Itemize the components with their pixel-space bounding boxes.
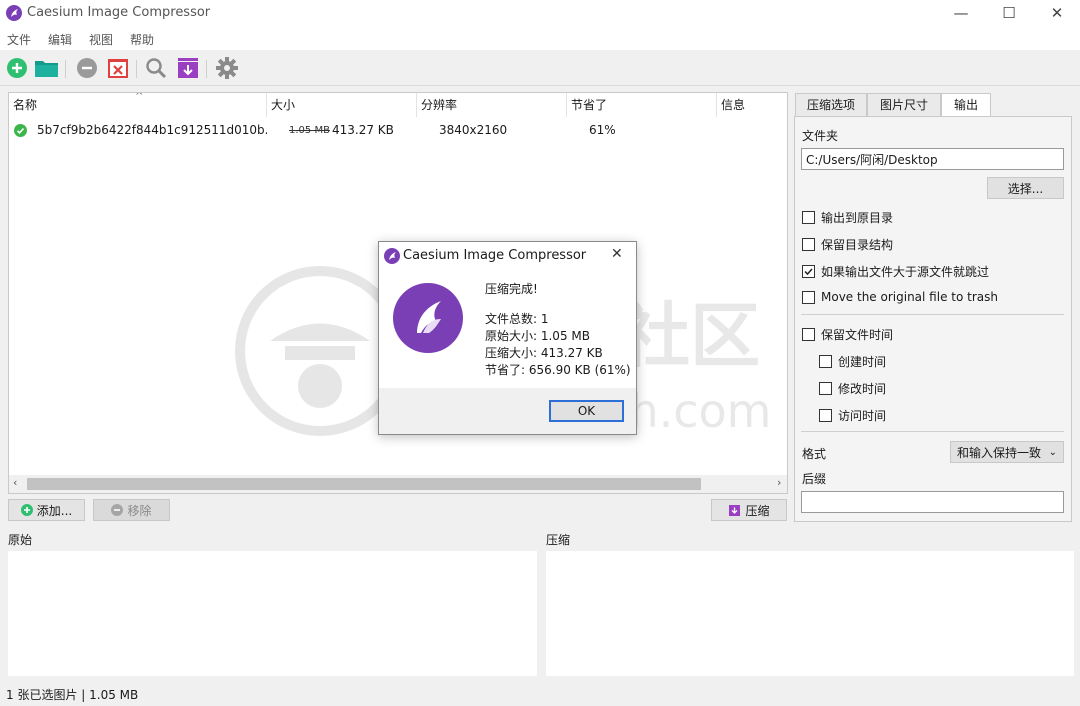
keep-structure-option[interactable]: 保留目录结构 bbox=[802, 236, 893, 253]
column-header-info[interactable]: 信息 bbox=[717, 93, 787, 117]
creation-date-option[interactable]: 创建时间 bbox=[819, 353, 886, 370]
sort-arrow-icon: ^ bbox=[135, 92, 144, 102]
toolbar-separator bbox=[206, 60, 207, 78]
skip-if-larger-option[interactable]: 如果输出文件大于源文件就跳过 bbox=[802, 263, 989, 280]
compress-button-label: 压缩 bbox=[745, 503, 770, 518]
keep-dates-label: 保留文件时间 bbox=[821, 328, 894, 342]
scroll-left-icon[interactable]: ‹ bbox=[13, 476, 17, 489]
app-logo-icon bbox=[6, 5, 22, 21]
window-title: Caesium Image Compressor bbox=[27, 5, 211, 20]
modified-date-label: 修改时间 bbox=[838, 382, 887, 396]
folder-open-icon[interactable] bbox=[34, 55, 60, 81]
dialog-saved: 节省了: 656.90 KB (61%) bbox=[485, 363, 631, 377]
checkmark-icon bbox=[804, 268, 813, 276]
compressed-preview-label: 压缩 bbox=[546, 533, 571, 547]
add-button-label: 添加... bbox=[36, 503, 73, 518]
menu-view[interactable]: 视图 bbox=[89, 31, 113, 48]
menu-bar bbox=[0, 28, 1080, 50]
output-to-source-option[interactable]: 输出到原目录 bbox=[802, 209, 893, 226]
access-date-checkbox[interactable] bbox=[819, 409, 832, 422]
access-date-option[interactable]: 访问时间 bbox=[819, 407, 886, 424]
remove-icon bbox=[111, 504, 124, 516]
keep-structure-checkbox[interactable] bbox=[802, 238, 815, 251]
compression-complete-dialog: Caesium Image Compressor ✕ 压缩完成! 文件总数: 1… bbox=[378, 241, 637, 435]
toolbar-separator bbox=[136, 60, 137, 78]
menu-help[interactable]: 帮助 bbox=[130, 31, 154, 48]
column-header-size[interactable]: 大小 bbox=[267, 93, 417, 117]
saved-cell: 61% bbox=[589, 123, 616, 137]
divider bbox=[801, 314, 1064, 315]
divider bbox=[801, 431, 1064, 432]
close-button[interactable]: ✕ bbox=[1034, 0, 1080, 28]
compress-button[interactable]: 压缩 bbox=[711, 499, 787, 521]
search-icon[interactable] bbox=[143, 55, 169, 81]
move-to-trash-checkbox[interactable] bbox=[802, 290, 815, 304]
dialog-close-button[interactable]: ✕ bbox=[611, 246, 623, 262]
column-header-resolution[interactable]: 分辨率 bbox=[417, 93, 567, 117]
toolbar-separator bbox=[65, 60, 66, 78]
add-icon[interactable] bbox=[4, 55, 30, 81]
keep-dates-checkbox[interactable] bbox=[802, 328, 815, 341]
compressed-preview-pane bbox=[546, 551, 1074, 676]
compress-download-icon[interactable] bbox=[175, 55, 201, 81]
output-to-source-label: 输出到原目录 bbox=[821, 211, 894, 225]
dialog-title: Caesium Image Compressor bbox=[403, 248, 587, 263]
move-to-trash-label: Move the original file to trash bbox=[821, 290, 998, 304]
add-icon bbox=[20, 504, 33, 516]
dialog-heading: 压缩完成! bbox=[485, 282, 538, 296]
original-size-cell: 1.05 MB bbox=[289, 125, 330, 136]
format-select-value: 和输入保持一致 bbox=[957, 445, 1042, 460]
tab-image-size[interactable]: 图片尺寸 bbox=[867, 93, 941, 117]
choose-folder-button[interactable]: 选择... bbox=[987, 177, 1064, 199]
tab-output[interactable]: 输出 bbox=[941, 93, 991, 117]
remove-button[interactable]: 移除 bbox=[93, 499, 170, 521]
remove-button-label: 移除 bbox=[127, 503, 152, 518]
format-select[interactable]: 和输入保持一致 ⌄ bbox=[950, 441, 1064, 463]
skip-if-larger-label: 如果输出文件大于源文件就跳过 bbox=[821, 265, 990, 279]
modified-date-option[interactable]: 修改时间 bbox=[819, 380, 886, 397]
file-name-cell: 5b7cf9b2b6422f844b1c912511d010b.jp bbox=[37, 123, 267, 137]
menu-file[interactable]: 文件 bbox=[7, 31, 31, 48]
chevron-down-icon: ⌄ bbox=[1048, 446, 1057, 458]
dialog-original-size: 原始大小: 1.05 MB bbox=[485, 329, 590, 343]
suffix-input[interactable] bbox=[801, 491, 1064, 513]
scrollbar-thumb[interactable] bbox=[27, 478, 701, 490]
remove-icon[interactable] bbox=[74, 55, 100, 81]
maximize-button[interactable]: ☐ bbox=[986, 0, 1032, 28]
keep-dates-option[interactable]: 保留文件时间 bbox=[802, 326, 893, 343]
settings-icon[interactable] bbox=[214, 55, 240, 81]
scroll-right-icon[interactable]: › bbox=[777, 476, 781, 489]
dialog-app-icon bbox=[384, 248, 400, 264]
keep-structure-label: 保留目录结构 bbox=[821, 238, 894, 252]
dialog-total-files: 文件总数: 1 bbox=[485, 312, 549, 326]
original-preview-pane bbox=[8, 551, 537, 676]
format-label: 格式 bbox=[802, 447, 827, 461]
compress-icon bbox=[729, 504, 741, 516]
modified-date-checkbox[interactable] bbox=[819, 382, 832, 395]
column-header-saved[interactable]: 节省了 bbox=[567, 93, 717, 117]
suffix-label: 后缀 bbox=[802, 472, 827, 486]
move-to-trash-option[interactable]: Move the original file to trash bbox=[802, 290, 998, 304]
success-check-icon bbox=[14, 124, 27, 141]
compressed-size-cell: 413.27 KB bbox=[332, 123, 394, 137]
status-bar: 1 张已选图片 | 1.05 MB bbox=[6, 688, 139, 702]
original-preview-label: 原始 bbox=[8, 533, 33, 547]
folder-path-input[interactable]: C:/Users/阿闲/Desktop bbox=[801, 148, 1064, 170]
menu-edit[interactable]: 编辑 bbox=[48, 31, 72, 48]
output-to-source-checkbox[interactable] bbox=[802, 211, 815, 224]
minimize-button[interactable]: — bbox=[938, 0, 984, 28]
tab-compression-options[interactable]: 压缩选项 bbox=[795, 93, 867, 117]
access-date-label: 访问时间 bbox=[838, 409, 887, 423]
folder-label: 文件夹 bbox=[802, 129, 839, 143]
resolution-cell: 3840x2160 bbox=[439, 123, 508, 137]
ok-button[interactable]: OK bbox=[549, 400, 624, 422]
skip-if-larger-checkbox[interactable] bbox=[802, 265, 815, 278]
clear-list-icon[interactable] bbox=[105, 55, 131, 81]
add-button[interactable]: 添加... bbox=[8, 499, 85, 521]
creation-date-label: 创建时间 bbox=[838, 355, 887, 369]
caesium-logo-icon bbox=[393, 283, 463, 353]
creation-date-checkbox[interactable] bbox=[819, 355, 832, 368]
dialog-compressed-size: 压缩大小: 413.27 KB bbox=[485, 346, 603, 360]
